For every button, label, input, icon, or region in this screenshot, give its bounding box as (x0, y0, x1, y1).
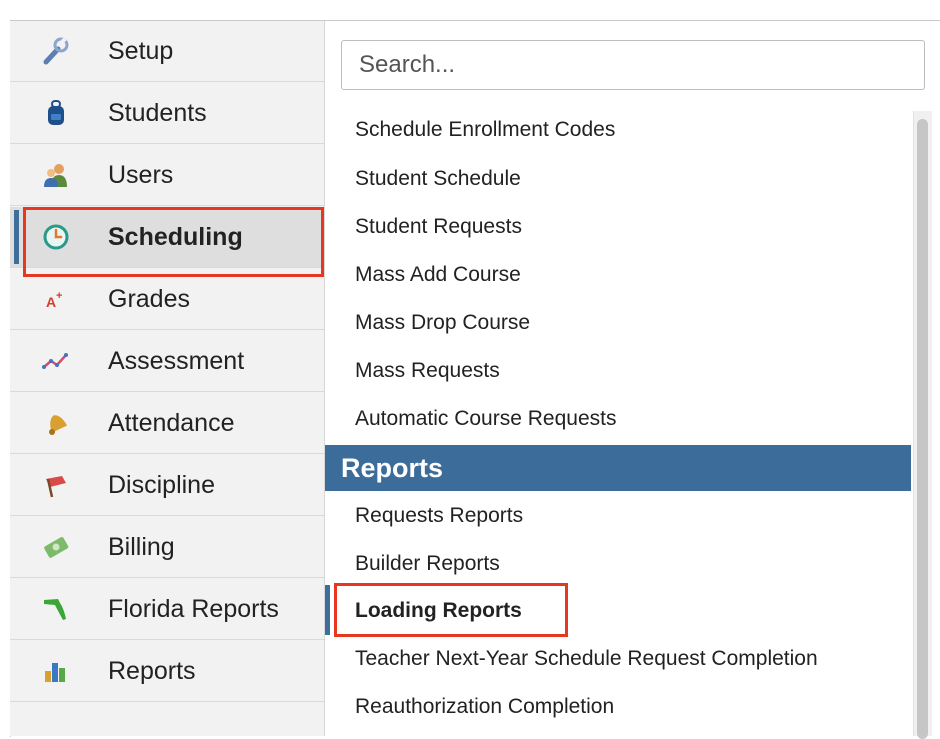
sidebar-nav: Setup Students Users Scheduling A + Grade… (10, 21, 325, 736)
svg-text:+: + (56, 290, 62, 302)
sidebar-item-attendance[interactable]: Attendance (10, 393, 324, 454)
sidebar-item-assessment[interactable]: Assessment (10, 331, 324, 392)
line-chart-icon (42, 347, 70, 375)
menu-link-mass-drop-course[interactable]: Mass Drop Course (355, 311, 530, 335)
bar-chart-icon (42, 657, 70, 685)
sidebar-item-billing[interactable]: Billing (10, 517, 324, 578)
reports-section-header: Reports (325, 445, 911, 491)
sidebar-item-label: Reports (108, 656, 196, 685)
clock-icon (42, 223, 70, 251)
wrench-icon (42, 37, 70, 65)
menu-link-student-schedule[interactable]: Student Schedule (355, 167, 521, 191)
menu-link-reauthorization-completion[interactable]: Reauthorization Completion (355, 695, 614, 719)
users-icon (42, 161, 70, 189)
menu-link-teacher-next-year-schedule-request-completion[interactable]: Teacher Next-Year Schedule Request Compl… (355, 647, 818, 671)
menu-link-builder-reports[interactable]: Builder Reports (355, 552, 500, 576)
grade-icon: A + (42, 285, 70, 313)
sidebar-item-label: Users (108, 160, 174, 189)
money-icon (42, 533, 70, 561)
sidebar-item-label: Scheduling (108, 222, 243, 251)
scrollbar[interactable] (913, 111, 932, 739)
sidebar-item-label: Setup (108, 36, 174, 65)
search-input[interactable] (341, 40, 925, 90)
menu-link-loading-reports[interactable]: Loading Reports (355, 599, 522, 623)
sidebar-item-scheduling[interactable]: Scheduling (10, 207, 324, 268)
active-indicator (325, 585, 330, 635)
sidebar-item-label: Billing (108, 532, 175, 561)
florida-icon (42, 595, 70, 623)
backpack-icon (42, 99, 70, 127)
bell-icon (42, 409, 70, 437)
scroll-thumb[interactable] (917, 119, 928, 739)
menu-link-mass-requests[interactable]: Mass Requests (355, 359, 500, 383)
sidebar-item-grades[interactable]: A + Grades (10, 269, 324, 330)
menu-link-mass-add-course[interactable]: Mass Add Course (355, 263, 521, 287)
sidebar-item-label: Florida Reports (108, 594, 279, 623)
sidebar-item-label: Discipline (108, 470, 215, 499)
sidebar-item-reports[interactable]: Reports (10, 641, 324, 702)
sidebar-item-discipline[interactable]: Discipline (10, 455, 324, 516)
menu-link-automatic-course-requests[interactable]: Automatic Course Requests (355, 407, 616, 431)
sidebar-item-users[interactable]: Users (10, 145, 324, 206)
sidebar-item-label: Students (108, 98, 207, 127)
menu-link-schedule-enrollment-codes[interactable]: Schedule Enrollment Codes (355, 118, 615, 142)
submenu-panel: Schedule Enrollment Codes Student Schedu… (325, 21, 940, 739)
svg-text:A: A (46, 294, 56, 310)
sidebar-item-students[interactable]: Students (10, 83, 324, 144)
sidebar-item-florida-reports[interactable]: Florida Reports (10, 579, 324, 640)
sidebar-item-setup[interactable]: Setup (10, 21, 324, 82)
flag-icon (42, 471, 70, 499)
menu-link-requests-reports[interactable]: Requests Reports (355, 504, 523, 528)
sidebar-item-label: Attendance (108, 408, 235, 437)
sidebar-item-label: Assessment (108, 346, 245, 375)
menu-link-student-requests[interactable]: Student Requests (355, 215, 522, 239)
sidebar-item-label: Grades (108, 284, 190, 313)
